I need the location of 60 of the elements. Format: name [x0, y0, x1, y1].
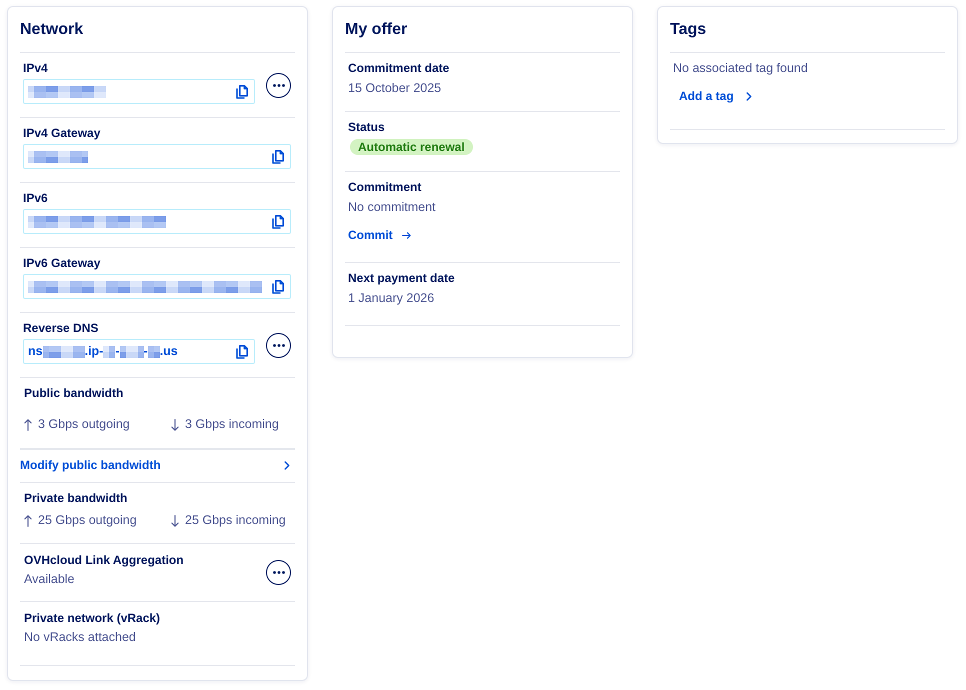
row-label: Private bandwidth [24, 491, 128, 506]
row-label: Commitment date [348, 61, 450, 76]
arrow-down-icon [171, 514, 179, 526]
copy-icon [272, 150, 284, 164]
row-label: Status [348, 120, 385, 135]
value-field[interactable] [23, 209, 291, 234]
copy-button[interactable] [272, 150, 284, 164]
row-label: Public bandwidth [24, 386, 124, 401]
arrow-right-icon [402, 232, 411, 239]
card-title: Tags [670, 7, 945, 53]
arrow-up-icon [24, 514, 32, 526]
commit-link[interactable]: Commit [348, 228, 411, 243]
row-value: 1 January 2026 [348, 291, 434, 306]
ellipsis-icon [272, 84, 284, 86]
row-value: Available [24, 572, 75, 587]
arrow-up-icon [24, 418, 32, 430]
row-label: Private network (vRack) [24, 611, 160, 626]
value-field[interactable] [23, 79, 255, 104]
copy-icon [236, 344, 248, 358]
copy-icon [236, 84, 248, 98]
row-value: No vRacks attached [24, 630, 136, 645]
modify-bandwidth-link[interactable]: Modify public bandwidth [20, 458, 295, 473]
row-label: Next payment date [348, 271, 455, 286]
row-label: OVHcloud Link Aggregation [24, 553, 184, 568]
value-field[interactable] [23, 274, 291, 299]
value-field[interactable]: ns .ip- - - .us [23, 339, 255, 364]
row-label: IPv6 [23, 191, 48, 206]
more-options-button[interactable] [266, 332, 291, 358]
outgoing-speed: 3 Gbps outgoing [38, 417, 130, 432]
chevron-right-icon [284, 461, 290, 470]
row-label: IPv4 [23, 61, 48, 76]
copy-button[interactable] [236, 344, 248, 358]
incoming-speed: 25 Gbps incoming [185, 513, 286, 528]
row-value: No commitment [348, 200, 436, 215]
ellipsis-icon [272, 571, 284, 574]
card-title: Network [20, 7, 295, 53]
copy-icon [272, 214, 284, 228]
add-tag-link[interactable]: Add a tag [679, 89, 752, 104]
chevron-right-icon [746, 92, 752, 101]
copy-button[interactable] [272, 280, 284, 294]
copy-button[interactable] [272, 214, 284, 228]
ellipsis-icon [272, 344, 284, 346]
row-label: Reverse DNS [23, 321, 98, 336]
value-field[interactable] [23, 144, 291, 169]
pixelated-value-drawing [28, 150, 88, 162]
row-label: Commitment [348, 180, 422, 195]
row-label: IPv6 Gateway [23, 256, 100, 271]
arrow-down-icon [171, 418, 179, 430]
empty-message: No associated tag found [673, 61, 808, 76]
status-badge: Automatic renewal [350, 139, 473, 155]
copy-button[interactable] [236, 84, 248, 98]
row-label: IPv4 Gateway [23, 126, 100, 141]
copy-icon [272, 280, 284, 294]
more-options-button[interactable] [266, 72, 291, 98]
more-options-button[interactable] [266, 560, 291, 585]
incoming-speed: 3 Gbps incoming [185, 417, 279, 432]
hostname-value: ns .ip- - - .us [28, 344, 178, 359]
row-value: 15 October 2025 [348, 81, 442, 96]
card-title: My offer [345, 7, 620, 53]
outgoing-speed: 25 Gbps outgoing [38, 513, 137, 528]
